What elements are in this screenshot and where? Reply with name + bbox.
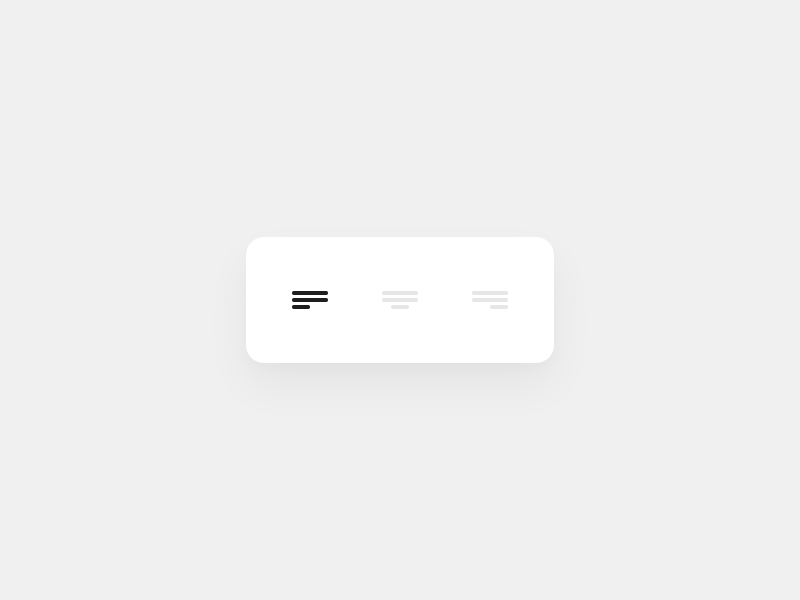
align-left-button[interactable] xyxy=(292,282,328,318)
align-right-button[interactable] xyxy=(472,282,508,318)
align-left-icon xyxy=(292,291,328,309)
canvas xyxy=(0,0,800,600)
align-center-button[interactable] xyxy=(382,282,418,318)
text-alignment-toggle xyxy=(246,237,554,363)
align-center-icon xyxy=(382,291,418,309)
align-right-icon xyxy=(472,291,508,309)
